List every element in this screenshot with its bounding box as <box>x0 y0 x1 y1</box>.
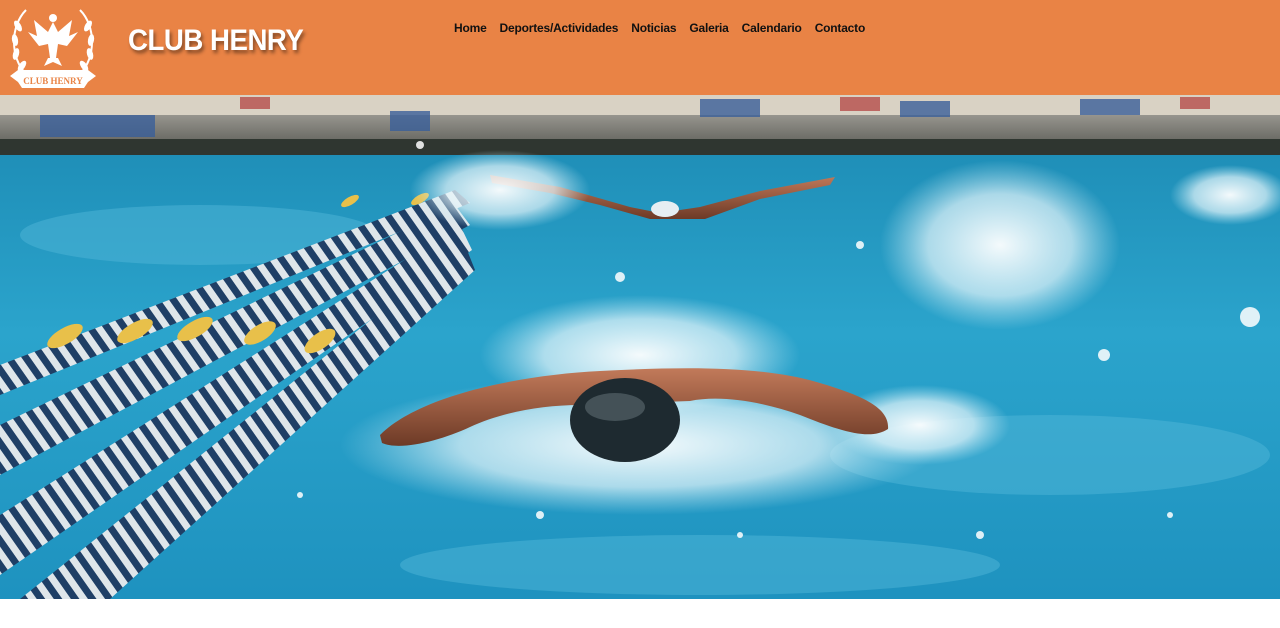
nav-item-calendario[interactable]: Calendario <box>742 21 802 35</box>
club-logo[interactable]: CLUB HENRY <box>4 0 102 94</box>
hero-image <box>0 95 1280 599</box>
nav-item-galeria[interactable]: Galeria <box>689 21 728 35</box>
site-header: CLUB HENRY CLUB HENRY Home Deportes/Acti… <box>0 0 1280 95</box>
nav-item-noticias[interactable]: Noticias <box>631 21 676 35</box>
nav-item-home[interactable]: Home <box>454 21 487 35</box>
hero-banner <box>0 95 1280 599</box>
nav-item-contacto[interactable]: Contacto <box>815 21 866 35</box>
main-nav: Home Deportes/Actividades Noticias Galer… <box>454 19 865 37</box>
svg-text:CLUB HENRY: CLUB HENRY <box>23 76 83 86</box>
nav-item-deportes-actividades[interactable]: Deportes/Actividades <box>500 21 619 35</box>
site-brand[interactable]: CLUB HENRY <box>128 24 304 58</box>
